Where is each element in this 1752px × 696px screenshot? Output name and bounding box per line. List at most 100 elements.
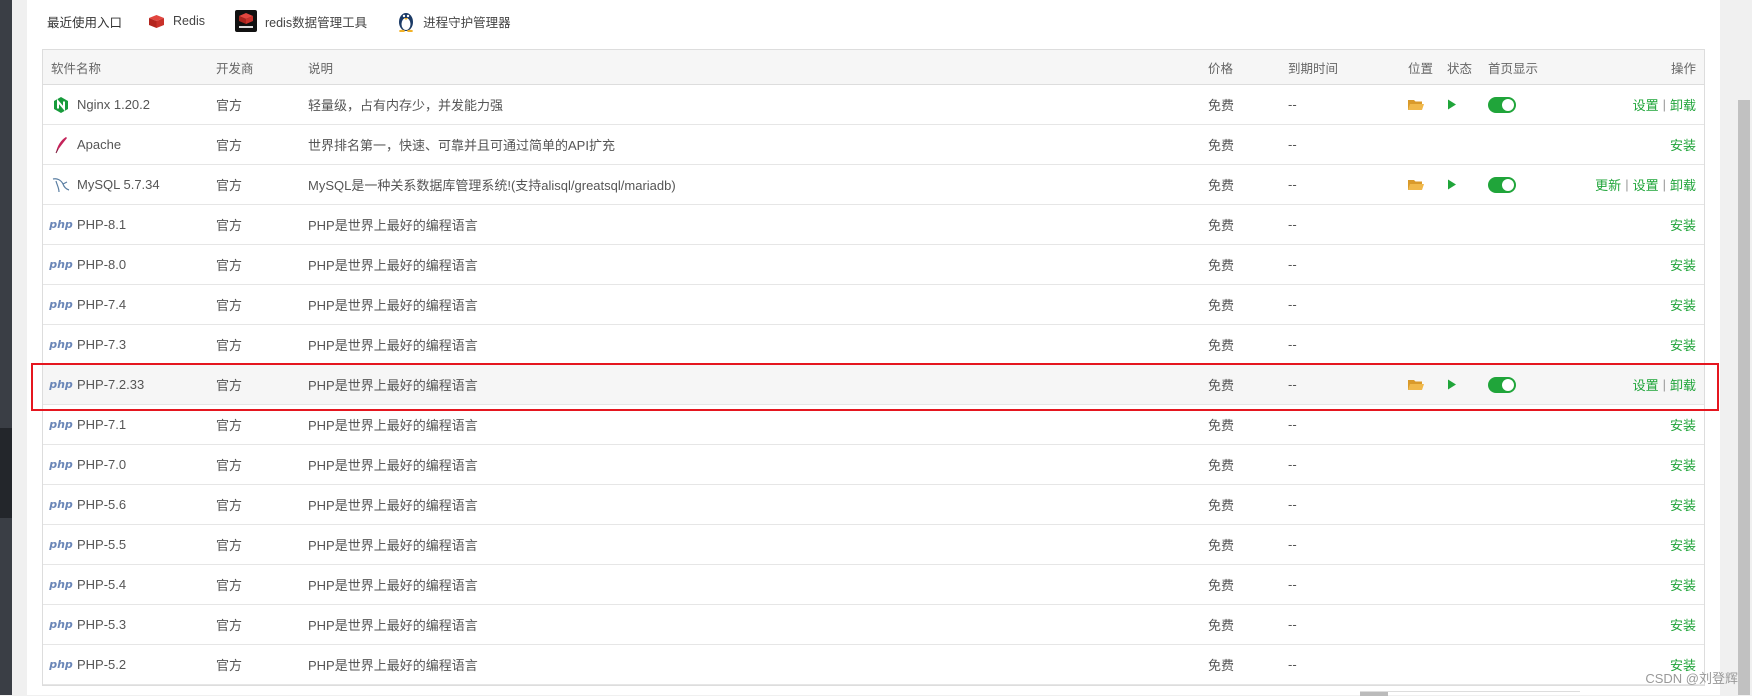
action-link[interactable]: 安装 bbox=[1670, 455, 1696, 474]
action-link[interactable]: 安装 bbox=[1670, 215, 1696, 234]
action-link[interactable]: 安装 bbox=[1670, 575, 1696, 594]
actions-cell: 安装 bbox=[1670, 485, 1696, 524]
action-link[interactable]: 卸载 bbox=[1670, 175, 1696, 194]
action-link[interactable]: 安装 bbox=[1670, 255, 1696, 274]
price-cell: 免费 bbox=[1208, 618, 1235, 633]
sidebar-dark-block bbox=[0, 428, 12, 518]
software-name[interactable]: PHP-8.0 bbox=[77, 257, 126, 272]
description-cell: PHP是世界上最好的编程语言 bbox=[308, 418, 478, 433]
php-icon: php bbox=[49, 338, 73, 351]
action-link[interactable]: 安装 bbox=[1670, 135, 1696, 154]
software-name-cell: php PHP-5.5 bbox=[49, 525, 126, 564]
play-icon[interactable] bbox=[1447, 85, 1457, 124]
action-link[interactable]: 卸载 bbox=[1670, 375, 1696, 394]
folder-icon[interactable] bbox=[1408, 85, 1424, 124]
php-icon: php bbox=[49, 458, 73, 471]
action-separator: | bbox=[1662, 377, 1666, 392]
actions-cell: 安装 bbox=[1670, 445, 1696, 484]
header-status: 状态 bbox=[1447, 61, 1473, 76]
developer-cell: 官方 bbox=[216, 618, 243, 633]
table-row: php PHP-7.1 官方 PHP是世界上最好的编程语言 免费 -- 安装 bbox=[43, 405, 1704, 445]
action-link[interactable]: 更新 bbox=[1595, 175, 1621, 194]
left-sidebar-edge bbox=[0, 0, 12, 695]
expiry-cell: -- bbox=[1288, 97, 1297, 112]
scrollbar[interactable] bbox=[1735, 0, 1752, 695]
software-name[interactable]: PHP-8.1 bbox=[77, 217, 126, 232]
action-link[interactable]: 安装 bbox=[1670, 615, 1696, 634]
expiry-cell: -- bbox=[1288, 417, 1297, 432]
action-link[interactable]: 安装 bbox=[1670, 535, 1696, 554]
price-cell: 免费 bbox=[1208, 218, 1235, 233]
recent-item-redis-manager[interactable]: redis数据管理工具 bbox=[234, 10, 367, 32]
developer-cell: 官方 bbox=[216, 578, 243, 593]
action-link[interactable]: 安装 bbox=[1670, 495, 1696, 514]
action-link[interactable]: 安装 bbox=[1670, 335, 1696, 354]
expiry-cell: -- bbox=[1288, 497, 1297, 512]
header-developer: 开发商 bbox=[216, 61, 254, 76]
description-cell: PHP是世界上最好的编程语言 bbox=[308, 458, 478, 473]
actions-cell: 安装 bbox=[1670, 605, 1696, 644]
description-cell: PHP是世界上最好的编程语言 bbox=[308, 218, 478, 233]
expiry-cell: -- bbox=[1288, 217, 1297, 232]
software-name[interactable]: PHP-5.4 bbox=[77, 577, 126, 592]
folder-icon[interactable] bbox=[1408, 165, 1424, 204]
homepage-toggle[interactable] bbox=[1488, 165, 1516, 204]
table-row: Apache 官方 世界排名第一，快速、可靠并且可通过简单的API扩充 免费 -- 安装 bbox=[43, 125, 1704, 165]
action-link[interactable]: 安装 bbox=[1670, 415, 1696, 434]
action-link[interactable]: 设置 bbox=[1633, 175, 1659, 194]
pagination-current-block[interactable] bbox=[1360, 692, 1388, 696]
header-location: 位置 bbox=[1408, 61, 1434, 76]
table-body: Nginx 1.20.2 官方 轻量级，占有内存少，并发能力强 免费 -- 设置 | 卸载 Ap… bbox=[43, 85, 1704, 685]
developer-cell: 官方 bbox=[216, 338, 243, 353]
software-name[interactable]: PHP-5.2 bbox=[77, 657, 126, 672]
toggle-switch[interactable] bbox=[1488, 96, 1516, 113]
software-name[interactable]: PHP-7.3 bbox=[77, 337, 126, 352]
action-link[interactable]: 设置 bbox=[1633, 95, 1659, 114]
software-name[interactable]: Nginx 1.20.2 bbox=[77, 97, 150, 112]
expiry-cell: -- bbox=[1288, 137, 1297, 152]
recent-item-process-guard[interactable]: 进程守护管理器 bbox=[397, 10, 511, 32]
table-header: 软件名称 开发商 说明 价格 到期时间 位置 状态 首页显示 操作 bbox=[43, 50, 1704, 85]
software-name[interactable]: PHP-5.6 bbox=[77, 497, 126, 512]
folder-icon[interactable] bbox=[1408, 365, 1424, 404]
action-link[interactable]: 卸载 bbox=[1670, 95, 1696, 114]
expiry-cell: -- bbox=[1288, 297, 1297, 312]
scrollbar-thumb[interactable] bbox=[1738, 100, 1750, 695]
software-name[interactable]: PHP-7.0 bbox=[77, 457, 126, 472]
action-link[interactable]: 安装 bbox=[1670, 295, 1696, 314]
expiry-cell: -- bbox=[1288, 337, 1297, 352]
play-icon[interactable] bbox=[1447, 165, 1457, 204]
actions-cell: 安装 bbox=[1670, 525, 1696, 564]
software-name-cell: php PHP-7.1 bbox=[49, 405, 126, 444]
software-name[interactable]: PHP-7.4 bbox=[77, 297, 126, 312]
software-name[interactable]: PHP-5.5 bbox=[77, 537, 126, 552]
pagination-edge bbox=[1360, 691, 1580, 696]
action-link[interactable]: 设置 bbox=[1633, 375, 1659, 394]
expiry-cell: -- bbox=[1288, 457, 1297, 472]
actions-cell: 设置 | 卸载 bbox=[1633, 85, 1696, 124]
toggle-switch[interactable] bbox=[1488, 176, 1516, 193]
software-table: 软件名称 开发商 说明 价格 到期时间 位置 状态 首页显示 操作 Nginx … bbox=[42, 49, 1705, 686]
actions-cell: 设置 | 卸载 bbox=[1633, 365, 1696, 404]
homepage-toggle[interactable] bbox=[1488, 85, 1516, 124]
php-icon: php bbox=[49, 378, 73, 391]
description-cell: PHP是世界上最好的编程语言 bbox=[308, 338, 478, 353]
description-cell: PHP是世界上最好的编程语言 bbox=[308, 618, 478, 633]
redis-logo-icon bbox=[234, 10, 257, 32]
software-name[interactable]: PHP-5.3 bbox=[77, 617, 126, 632]
software-name[interactable]: PHP-7.1 bbox=[77, 417, 126, 432]
expiry-cell: -- bbox=[1288, 377, 1297, 392]
homepage-toggle[interactable] bbox=[1488, 365, 1516, 404]
toggle-switch[interactable] bbox=[1488, 376, 1516, 393]
recent-item-redis[interactable]: Redis bbox=[148, 14, 205, 29]
software-name-cell: php PHP-5.3 bbox=[49, 605, 126, 644]
software-name[interactable]: MySQL 5.7.34 bbox=[77, 177, 160, 192]
recent-entries-bar: 最近使用入口 Redis redis数据管理工具 进程守护管理器 bbox=[47, 0, 541, 42]
play-icon[interactable] bbox=[1447, 365, 1457, 404]
software-name[interactable]: Apache bbox=[77, 137, 121, 152]
developer-cell: 官方 bbox=[216, 298, 243, 313]
developer-cell: 官方 bbox=[216, 98, 243, 113]
nginx-icon bbox=[51, 95, 71, 115]
software-name[interactable]: PHP-7.2.33 bbox=[77, 377, 144, 392]
apache-feather-icon bbox=[51, 135, 71, 155]
